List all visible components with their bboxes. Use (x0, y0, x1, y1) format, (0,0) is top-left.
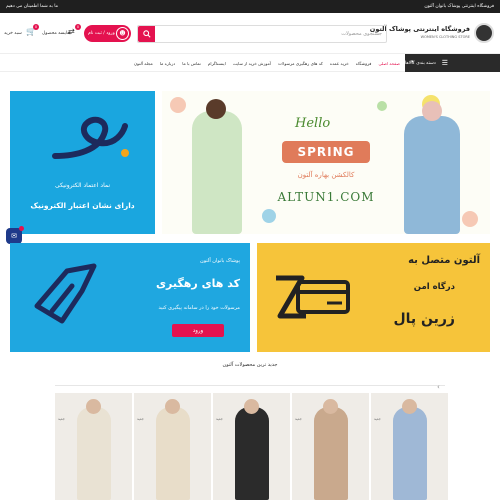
model-head (244, 399, 259, 414)
nav-item-shop[interactable]: فروشگاه (356, 61, 372, 66)
flower-decoration (377, 101, 387, 111)
nav-item-guide[interactable]: آموزش خرید از سایت (233, 61, 271, 66)
nav-item-about[interactable]: درباره ما (160, 61, 175, 66)
chat-widget-button[interactable]: ✉ (6, 226, 24, 244)
notification-dot (19, 226, 24, 231)
product-card[interactable]: جدید (371, 393, 448, 500)
tracking-enter-button[interactable]: ورود (172, 324, 224, 337)
nav-item-instagram[interactable]: اینستاگرام (208, 61, 226, 66)
section-divider (55, 385, 445, 386)
chevron-down-icon: ▾ (411, 59, 414, 65)
cart-label[interactable]: سبد خرید (4, 31, 22, 36)
spring-badge: SPRING (282, 141, 370, 163)
model-head (206, 99, 226, 119)
product-tag: جدید (216, 417, 223, 421)
main-nav: ☰ دسته بندی کالاها ▾ صفحه اصلی فروشگاه خ… (0, 53, 500, 72)
tracking-code-banner[interactable]: پوشاک بانوان آلتون کد های رهگیری مرسولات… (10, 243, 250, 352)
model-head (402, 399, 417, 414)
model-figure (404, 116, 460, 234)
courier-subtitle: پوشاک بانوان آلتون (200, 258, 240, 264)
announcement-bar: فروشگاه اینترنتی پوشاک بانوان آلتون ما ب… (0, 0, 500, 13)
product-card[interactable]: جدید (55, 393, 132, 500)
product-card[interactable]: جدید (213, 393, 290, 500)
product-image (77, 407, 111, 500)
logo-icon (474, 23, 494, 43)
categories-button[interactable]: ☰ دسته بندی کالاها ▾ (405, 54, 500, 72)
product-image (314, 407, 348, 500)
announcement-left: ما به شما اطمینان می دهیم (6, 4, 59, 9)
model-head (323, 399, 338, 414)
nav-item-contact[interactable]: تماس با ما (182, 61, 201, 66)
user-icon: ☻ (116, 27, 129, 40)
chat-icon: ✉ (11, 232, 17, 240)
enamad-line1: نماد اعتماد الکترونیکی (54, 182, 111, 189)
zarinpal-banner[interactable]: آلتون متصل به درگاه امن زرین پال (257, 243, 490, 352)
product-card[interactable]: جدید (292, 393, 369, 500)
flower-decoration (462, 211, 478, 227)
nav-item-tracking[interactable]: کد های رهگیری مرسولات (278, 61, 323, 66)
product-image (393, 407, 427, 500)
site-header: فروشگاه اینترنتی پوشاک آلتون WOMEN'S CLO… (0, 13, 500, 53)
model-figure (192, 111, 242, 234)
bird-logo-icon (34, 263, 97, 324)
chevron-left-icon[interactable]: ‹ (437, 383, 440, 391)
section-title: جدید ترین محصولات آلتون (222, 362, 278, 368)
search-bar (137, 25, 387, 43)
zarinpal-line2: درگاه امن (413, 282, 455, 292)
model-head (86, 399, 101, 414)
nav-item-wholesale[interactable]: خرید عمده (330, 61, 349, 66)
login-label: ورود / ثبت نام (88, 31, 115, 36)
product-carousel: جدید جدید جدید جدید جدید (55, 393, 450, 500)
spring-collection-title: کالکشن بهاره آلتون (297, 171, 355, 179)
hello-text: Hello (295, 116, 331, 131)
search-button[interactable] (138, 26, 155, 42)
nav-item-blog[interactable]: مجله آلتون (134, 61, 153, 66)
login-register-button[interactable]: ورود / ثبت نام ☻ (84, 25, 131, 42)
cart-count-badge: 0 (33, 24, 39, 30)
search-input[interactable] (162, 26, 382, 42)
model-head (165, 399, 180, 414)
product-image (156, 407, 190, 500)
model-head (422, 101, 442, 121)
enamad-logo-icon (52, 116, 129, 159)
product-tag: جدید (374, 417, 381, 421)
cart-icon[interactable]: 🛒 0 (26, 24, 39, 37)
product-card[interactable]: جدید (134, 393, 211, 500)
compare-label[interactable]: مقایسه محصول (42, 31, 72, 36)
flower-decoration (170, 97, 186, 113)
courier-description: مرسولات خود را در سامانه پیگیری کنید (158, 305, 240, 311)
product-tag: جدید (295, 417, 302, 421)
product-tag: جدید (58, 417, 65, 421)
enamad-banner[interactable]: نماد اعتماد الکترونیکی دارای نشان اعتبار… (10, 91, 155, 234)
enamad-line2: دارای نشان اعتبار الکترونیک (30, 201, 135, 210)
spring-collection-banner[interactable]: Hello SPRING کالکشن بهاره آلتون ALTUN1.C… (162, 91, 490, 234)
menu-icon: ☰ (441, 59, 449, 67)
nav-item-home[interactable]: صفحه اصلی (378, 61, 400, 66)
announcement-right: فروشگاه اینترنتی پوشاک بانوان آلتون (424, 4, 494, 9)
compare-count-badge: 0 (75, 24, 81, 30)
courier-title: کد های رهگیری (155, 277, 240, 290)
flower-decoration (262, 209, 276, 223)
product-image (235, 407, 269, 500)
nav-items: صفحه اصلی فروشگاه خرید عمده کد های رهگیر… (134, 54, 400, 72)
zarinpal-line3: زرین پال (393, 311, 455, 327)
site-logo[interactable]: فروشگاه اینترنتی پوشاک آلتون WOMEN'S CLO… (370, 23, 494, 45)
categories-label: دسته بندی کالاها (405, 60, 436, 66)
product-tag: جدید (137, 417, 144, 421)
logo-subtitle: WOMEN'S CLOTHING STORE (420, 35, 470, 39)
search-icon (142, 30, 151, 38)
zarinpal-logo-icon (276, 275, 350, 319)
zarinpal-line1: آلتون متصل به (408, 255, 480, 266)
site-url: ALTUN1.COM (277, 190, 375, 204)
